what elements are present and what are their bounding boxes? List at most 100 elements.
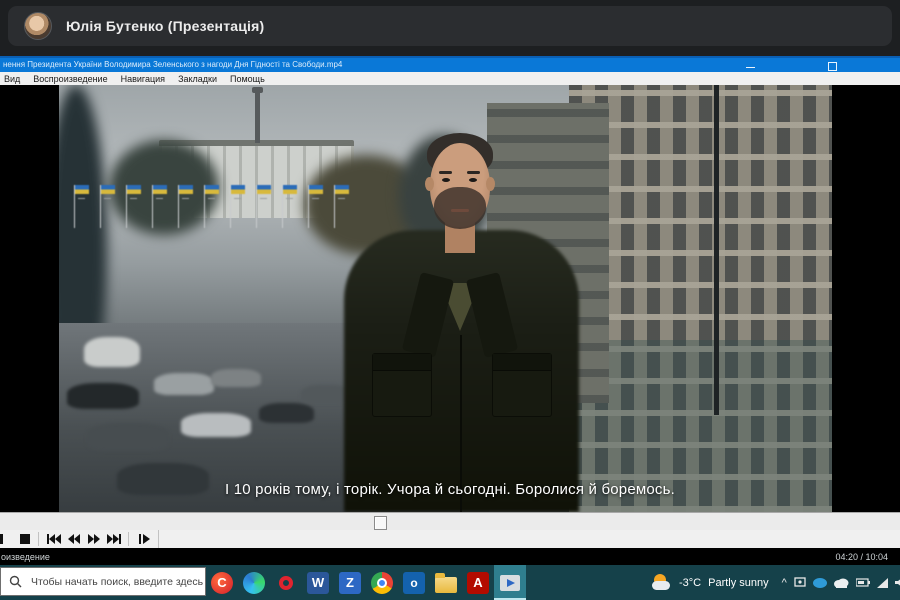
battery-icon[interactable] bbox=[856, 578, 870, 587]
partly-sunny-icon[interactable] bbox=[652, 574, 672, 592]
car bbox=[259, 403, 314, 423]
car bbox=[181, 413, 251, 437]
menu-bookmarks[interactable]: Закладки bbox=[178, 74, 217, 84]
speaker-eyebrow bbox=[439, 171, 452, 174]
tv-tower bbox=[255, 91, 260, 143]
menu-view[interactable]: Вид bbox=[4, 74, 20, 84]
messenger-icon[interactable] bbox=[813, 578, 827, 588]
opera-icon bbox=[279, 576, 293, 590]
taskbar-right-cluster: -3°C Partly sunny ^ УКР 12:5 21.11.2 bbox=[652, 565, 900, 600]
car bbox=[154, 373, 214, 395]
player-status-bar: оизведение 04:20 / 10:04 bbox=[0, 548, 900, 565]
screen-share-header: Юлія Бутенко (Презентація) bbox=[0, 0, 900, 56]
ukrainian-flag bbox=[100, 185, 115, 194]
file-explorer-icon bbox=[435, 577, 457, 593]
presenter-avatar bbox=[24, 12, 52, 40]
minimize-icon[interactable] bbox=[746, 67, 755, 68]
video-frame bbox=[59, 85, 832, 512]
speaker-eyebrow bbox=[467, 171, 480, 174]
presenter-banner: Юлія Бутенко (Презентація) bbox=[8, 6, 892, 46]
ukrainian-flag bbox=[282, 185, 297, 194]
jacket-pocket bbox=[492, 353, 552, 417]
controls-separator bbox=[38, 532, 39, 546]
zoom-icon: Z bbox=[339, 572, 361, 594]
seek-handle[interactable] bbox=[374, 516, 387, 530]
network-icon[interactable] bbox=[877, 578, 888, 588]
stop-icon bbox=[20, 534, 30, 544]
window-title: нення Президента України Володимира Зеле… bbox=[3, 60, 342, 69]
display-icon[interactable] bbox=[794, 577, 806, 588]
menu-navigation[interactable]: Навигация bbox=[121, 74, 165, 84]
tray-chevron-up-icon[interactable]: ^ bbox=[782, 577, 787, 589]
taskbar-app-acrobat[interactable]: A bbox=[462, 565, 494, 600]
frame-step-icon bbox=[139, 534, 150, 544]
chrome-icon bbox=[371, 572, 393, 594]
player-title-bar[interactable]: нення Президента України Володимира Зеле… bbox=[0, 56, 900, 72]
search-icon bbox=[9, 575, 22, 588]
skip-back-button[interactable] bbox=[44, 531, 64, 547]
taskbar-app-outlook[interactable]: o bbox=[398, 565, 430, 600]
taskbar-app-ccleaner[interactable]: C bbox=[206, 565, 238, 600]
pause-icon bbox=[0, 534, 4, 544]
pause-button[interactable] bbox=[0, 531, 9, 547]
speaker-beard bbox=[434, 187, 486, 229]
frame-step-button[interactable] bbox=[134, 531, 154, 547]
ukrainian-flag bbox=[204, 185, 219, 194]
speaker-mouth bbox=[451, 209, 469, 212]
taskbar-app-word[interactable]: W bbox=[302, 565, 334, 600]
playback-status: оизведение bbox=[1, 552, 50, 562]
controls-separator bbox=[158, 530, 159, 548]
controls-separator bbox=[128, 532, 129, 546]
car bbox=[87, 423, 169, 451]
taskbar-app-edge[interactable] bbox=[238, 565, 270, 600]
ukrainian-flag bbox=[74, 185, 89, 194]
player-menu-bar: Вид Воспроизведение Навигация Закладки П… bbox=[0, 72, 900, 85]
seek-bar[interactable] bbox=[0, 512, 900, 530]
presenter-name: Юлія Бутенко (Презентація) bbox=[66, 18, 264, 34]
stop-button[interactable] bbox=[15, 531, 35, 547]
ukrainian-flag bbox=[152, 185, 167, 194]
ccleaner-icon: C bbox=[211, 572, 233, 594]
rewind-button[interactable] bbox=[64, 531, 84, 547]
search-input[interactable] bbox=[29, 575, 205, 589]
car bbox=[211, 369, 261, 387]
taskbar-app-chrome[interactable] bbox=[366, 565, 398, 600]
taskbar-app-opera[interactable] bbox=[270, 565, 302, 600]
video-subtitle: І 10 років тому, і торік. Учора й сьогод… bbox=[0, 481, 900, 498]
speaker-eye bbox=[442, 178, 450, 182]
menu-playback[interactable]: Воспроизведение bbox=[33, 74, 107, 84]
speaker-ear bbox=[425, 177, 434, 191]
skip-forward-button[interactable] bbox=[104, 531, 124, 547]
weather-condition[interactable]: Partly sunny bbox=[708, 577, 769, 589]
tv-tower-top bbox=[252, 87, 263, 93]
volume-icon[interactable] bbox=[895, 577, 900, 588]
car bbox=[67, 383, 139, 409]
cloud-icon[interactable] bbox=[834, 578, 849, 588]
ukrainian-flag bbox=[178, 185, 193, 194]
ukrainian-flag bbox=[256, 185, 271, 194]
transport-controls bbox=[0, 530, 900, 548]
fast-forward-icon bbox=[88, 534, 100, 544]
menu-help[interactable]: Помощь bbox=[230, 74, 265, 84]
outlook-icon: o bbox=[403, 572, 425, 594]
ukrainian-flag bbox=[308, 185, 323, 194]
taskbar-app-file-explorer[interactable] bbox=[430, 565, 462, 600]
edge-icon bbox=[243, 572, 265, 594]
screen: Юлія Бутенко (Презентація) нення Президе… bbox=[0, 0, 900, 600]
weather-temperature[interactable]: -3°C bbox=[679, 577, 701, 589]
word-icon: W bbox=[307, 572, 329, 594]
maximize-icon[interactable] bbox=[828, 62, 837, 71]
video-area[interactable]: І 10 років тому, і торік. Учора й сьогод… bbox=[0, 85, 900, 512]
ukrainian-flag bbox=[230, 185, 245, 194]
taskbar-search[interactable] bbox=[0, 567, 206, 596]
fast-forward-button[interactable] bbox=[84, 531, 104, 547]
skip-back-icon bbox=[47, 534, 61, 544]
speaker-eye bbox=[469, 178, 477, 182]
taskbar: C W Z o A -3°C Partly sunny ^ bbox=[0, 565, 900, 600]
rewind-icon bbox=[68, 534, 80, 544]
taskbar-app-zoom[interactable]: Z bbox=[334, 565, 366, 600]
lamp-pole bbox=[714, 85, 719, 415]
ukrainian-flag bbox=[126, 185, 141, 194]
taskbar-app-media-player-active[interactable] bbox=[494, 565, 526, 600]
acrobat-icon: A bbox=[467, 572, 489, 594]
